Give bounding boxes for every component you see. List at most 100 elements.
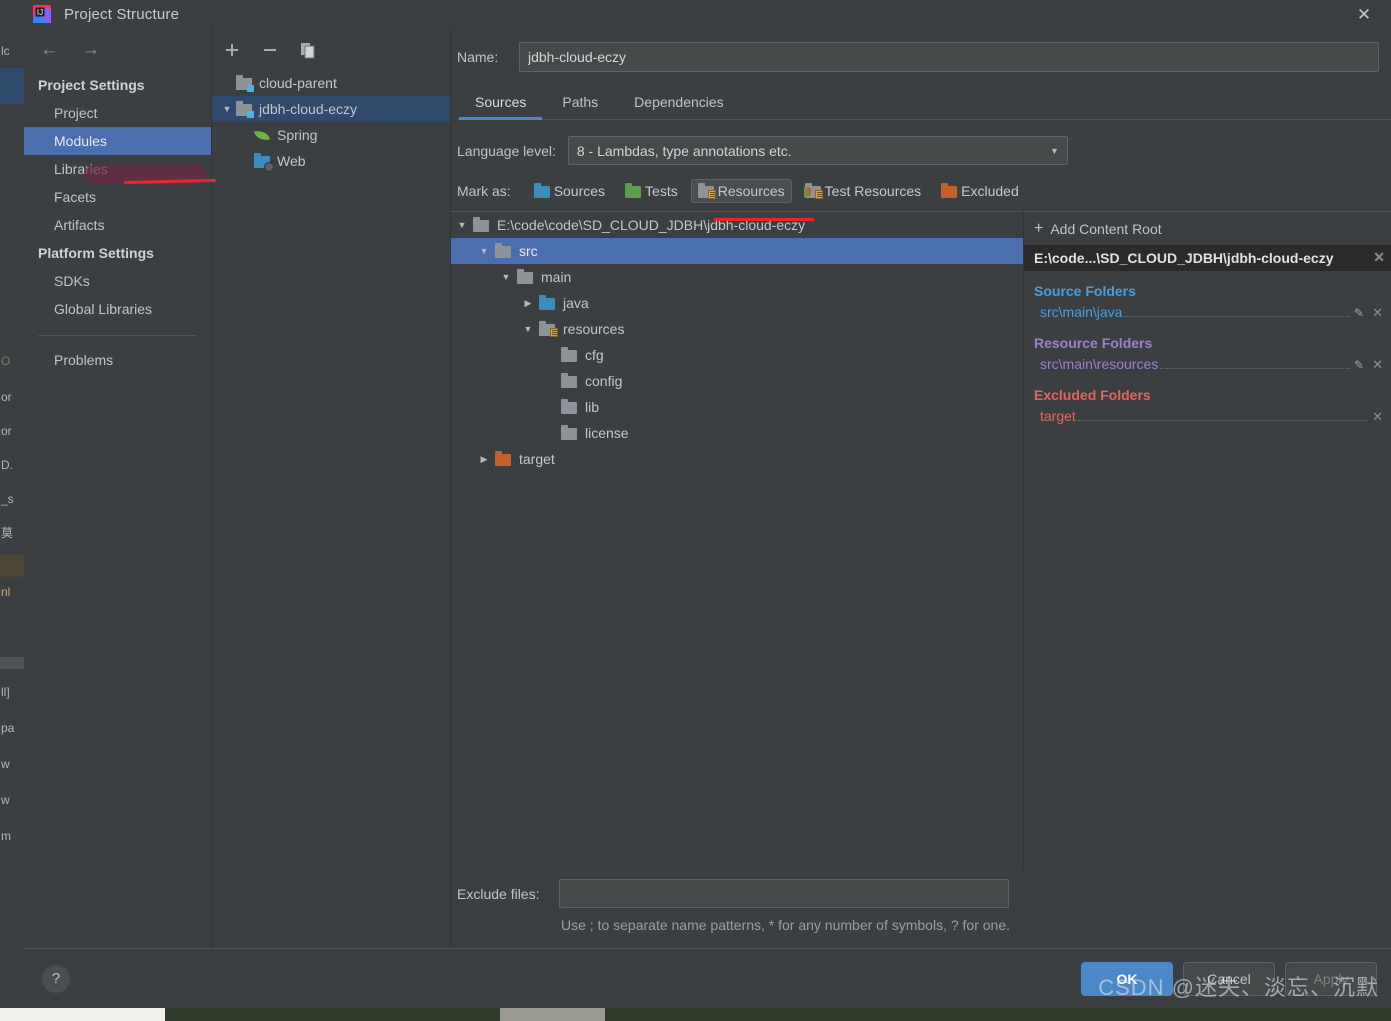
- settings-sidebar: ← → Project Settings Project Modules Lib…: [24, 28, 217, 948]
- tab-sources[interactable]: Sources: [457, 88, 544, 120]
- chevron-right-icon[interactable]: ▶: [517, 298, 539, 309]
- help-icon[interactable]: ?: [42, 964, 70, 993]
- sidebar-item-libraries[interactable]: Libraries: [24, 155, 211, 183]
- tree-row[interactable]: ▼ E:\code\code\SD_CLOUD_JDBH\jdbh-cloud-…: [451, 212, 1023, 238]
- close-icon[interactable]: ✕: [1372, 357, 1383, 373]
- module-folder-icon: [236, 74, 254, 92]
- resource-folder-row[interactable]: src\main\resources ✎ ✕: [1024, 354, 1391, 375]
- bg-fragment: [0, 68, 24, 104]
- tree-row[interactable]: ▼ main: [451, 264, 1023, 290]
- content-root-file-tree[interactable]: ▼ E:\code\code\SD_CLOUD_JDBH\jdbh-cloud-…: [451, 211, 1024, 868]
- dialog-title: Project Structure: [64, 5, 180, 23]
- copy-icon[interactable]: [298, 40, 318, 60]
- module-facet-item[interactable]: Spring: [212, 122, 450, 148]
- close-icon[interactable]: ✕: [1347, 2, 1381, 26]
- folder-grey-icon: [561, 425, 578, 440]
- mark-as-label-text: Excluded: [961, 183, 1019, 199]
- mark-as-sources-button[interactable]: Sources: [527, 179, 612, 203]
- tree-row[interactable]: ▶ java: [451, 290, 1023, 316]
- close-icon[interactable]: ✕: [1372, 409, 1383, 425]
- tab-dependencies[interactable]: Dependencies: [616, 88, 742, 119]
- sidebar-item-problems[interactable]: Problems: [24, 346, 211, 374]
- sources-panes: ▼ E:\code\code\SD_CLOUD_JDBH\jdbh-cloud-…: [451, 211, 1391, 868]
- arrow-left-icon[interactable]: ←: [40, 40, 59, 59]
- tree-row-label: main: [541, 269, 572, 285]
- tree-row-label: java: [563, 295, 589, 311]
- tree-row[interactable]: license: [451, 420, 1023, 446]
- arrow-right-icon[interactable]: →: [81, 40, 100, 59]
- ok-button[interactable]: OK: [1081, 961, 1173, 996]
- bg-fragment: nl: [1, 585, 11, 599]
- chevron-right-icon[interactable]: ▶: [473, 454, 495, 465]
- bg-fragment: or: [1, 424, 12, 438]
- pencil-icon[interactable]: ✎: [1354, 358, 1364, 372]
- chevron-down-icon[interactable]: ▼: [1050, 146, 1059, 156]
- exclude-files-hint: Use ; to separate name patterns, * for a…: [561, 917, 1011, 933]
- tree-row[interactable]: cfg: [451, 342, 1023, 368]
- mark-as-label-text: Test Resources: [824, 183, 922, 199]
- module-list-item[interactable]: ▼ jdbh-cloud-eczy: [212, 96, 450, 122]
- folder-excluded-icon: [941, 183, 958, 198]
- chevron-down-icon[interactable]: ▼: [451, 220, 473, 230]
- module-name-input[interactable]: [519, 42, 1379, 72]
- close-icon[interactable]: ✕: [1372, 305, 1383, 321]
- taskbar-item: [500, 1008, 605, 1021]
- chevron-down-icon[interactable]: ▼: [517, 324, 539, 334]
- pencil-icon[interactable]: ✎: [1354, 306, 1364, 320]
- add-content-root-button[interactable]: + Add Content Root: [1024, 212, 1391, 245]
- cancel-button[interactable]: Cancel: [1183, 961, 1275, 996]
- tree-row[interactable]: ▶ target: [451, 446, 1023, 472]
- tree-row-label: E:\code\code\SD_CLOUD_JDBH\jdbh-cloud-ec…: [497, 217, 806, 233]
- tree-row[interactable]: config: [451, 368, 1023, 394]
- sidebar-item-modules[interactable]: Modules: [24, 127, 211, 155]
- sidebar-item-global-libraries[interactable]: Global Libraries: [24, 295, 211, 323]
- mark-as-resources-button[interactable]: Resources: [690, 179, 792, 203]
- dotted-leader: [1160, 368, 1351, 369]
- content-root-path: E:\code...\SD_CLOUD_JDBH\jdbh-cloud-eczy: [1034, 249, 1334, 266]
- exclude-files-input[interactable]: [559, 879, 1009, 908]
- tree-row[interactable]: lib: [451, 394, 1023, 420]
- folder-grey-icon: [495, 243, 512, 258]
- mark-as-row: Mark as: Sources Tests Resources Test Re…: [451, 165, 1391, 211]
- sidebar-item-project[interactable]: Project: [24, 99, 211, 127]
- tab-paths[interactable]: Paths: [544, 88, 616, 119]
- module-tabs: Sources Paths Dependencies: [457, 88, 1391, 120]
- language-level-value: 8 - Lambdas, type annotations etc.: [576, 142, 792, 159]
- module-name-row: Name:: [451, 28, 1391, 72]
- plus-icon: +: [1034, 220, 1044, 237]
- module-list-item[interactable]: cloud-parent: [212, 70, 450, 96]
- close-icon[interactable]: ✕: [1367, 249, 1385, 266]
- excluded-folder-row[interactable]: target ✕: [1024, 406, 1391, 427]
- source-folder-row[interactable]: src\main\java ✎ ✕: [1024, 302, 1391, 323]
- web-facet-icon: [254, 152, 274, 172]
- excluded-folders-title: Excluded Folders: [1034, 387, 1151, 403]
- exclude-files-row: Exclude files:: [457, 879, 1391, 908]
- chevron-down-icon[interactable]: ▼: [218, 104, 236, 114]
- mark-as-excluded-button[interactable]: Excluded: [934, 179, 1026, 203]
- chevron-down-icon[interactable]: ▼: [495, 272, 517, 282]
- plus-icon[interactable]: [222, 40, 242, 60]
- tree-row[interactable]: ▼ src: [451, 238, 1023, 264]
- mark-as-test-resources-button[interactable]: Test Resources: [798, 179, 928, 203]
- module-facet-item[interactable]: Web: [212, 148, 450, 174]
- mark-as-tests-button[interactable]: Tests: [618, 179, 685, 203]
- minus-icon[interactable]: [260, 40, 280, 60]
- folder-resources-icon: [697, 183, 716, 199]
- apply-button[interactable]: Apply: [1285, 961, 1377, 996]
- module-label: Web: [277, 153, 306, 169]
- sidebar-item-facets[interactable]: Facets: [24, 183, 211, 211]
- chevron-down-icon[interactable]: ▼: [473, 246, 495, 256]
- sidebar-item-sdks[interactable]: SDKs: [24, 267, 211, 295]
- dialog-buttons: OK Cancel Apply: [1081, 961, 1377, 996]
- language-level-row: Language level: 8 - Lambdas, type annota…: [451, 120, 1391, 165]
- folder-grey-icon: [561, 347, 578, 362]
- modules-list-panel: cloud-parent ▼ jdbh-cloud-eczy Spring We…: [212, 28, 451, 948]
- tree-row[interactable]: ▼ resources: [451, 316, 1023, 342]
- exclude-files-label: Exclude files:: [457, 885, 540, 902]
- sidebar-item-artifacts[interactable]: Artifacts: [24, 211, 211, 239]
- module-label: Spring: [277, 127, 318, 143]
- nav-history-controls: ← →: [24, 34, 211, 71]
- folder-excluded-icon: [495, 451, 512, 466]
- taskbar-window-preview: [0, 1008, 165, 1021]
- language-level-select[interactable]: 8 - Lambdas, type annotations etc. ▼: [567, 136, 1068, 165]
